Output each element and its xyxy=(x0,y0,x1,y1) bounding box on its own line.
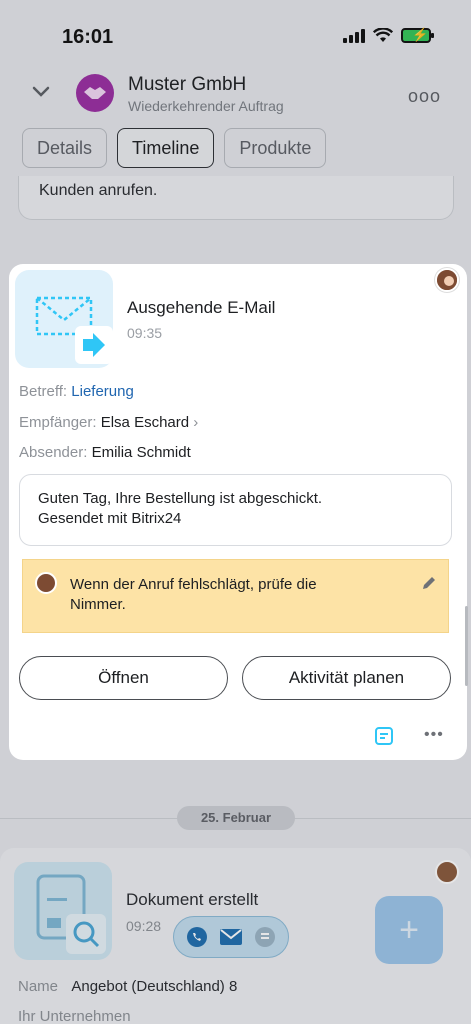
chevron-right-icon[interactable]: › xyxy=(193,414,198,431)
subject-link[interactable]: Lieferung xyxy=(71,383,134,400)
message-line-1: Guten Tag, Ihre Bestellung ist abgeschic… xyxy=(38,490,323,507)
message-preview[interactable]: Guten Tag, Ihre Bestellung ist abgeschic… xyxy=(19,474,452,546)
recipient-label: Empfänger: xyxy=(19,414,97,431)
message-line-2: Gesendet mit Bitrix24 xyxy=(38,510,182,527)
subject-row: Betreff: Lieferung xyxy=(19,383,134,400)
user-avatar xyxy=(435,268,459,292)
email-activity-card: Ausgehende E-Mail 09:35 Betreff: Lieferu… xyxy=(9,264,467,760)
note-icon[interactable] xyxy=(374,726,394,746)
sender-row: Absender: Emilia Schmidt xyxy=(19,444,191,461)
plan-activity-button[interactable]: Aktivität planen xyxy=(242,656,451,700)
note-text: Wenn der Anruf fehlschlägt, prüfe die Ni… xyxy=(70,576,317,613)
activity-title: Ausgehende E-Mail xyxy=(127,298,276,317)
recipient-row: Empfänger: Elsa Eschard › xyxy=(19,414,198,431)
sender-value: Emilia Schmidt xyxy=(91,444,191,461)
more-options-icon[interactable]: ••• xyxy=(424,726,444,744)
activity-time: 09:35 xyxy=(127,325,163,341)
sender-label: Absender: xyxy=(19,444,88,461)
subject-label: Betreff: xyxy=(19,383,68,400)
note-block[interactable]: Wenn der Anruf fehlschlägt, prüfe die Ni… xyxy=(22,559,449,633)
recipient-value[interactable]: Elsa Eschard xyxy=(101,414,189,431)
open-button[interactable]: Öffnen xyxy=(19,656,228,700)
pencil-icon[interactable] xyxy=(420,574,438,592)
scrollbar[interactable] xyxy=(465,606,468,686)
outgoing-email-icon xyxy=(15,270,113,368)
note-author-avatar xyxy=(35,572,57,594)
